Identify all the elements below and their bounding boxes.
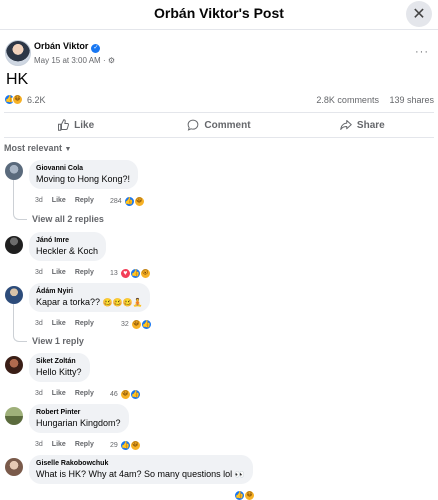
commenter-name[interactable]: Robert Pinter bbox=[36, 409, 121, 416]
haha-reaction-icon: 😆 bbox=[129, 440, 141, 451]
commenter-name[interactable]: Giovanni Cola bbox=[36, 165, 130, 172]
caret-down-icon: ▼ bbox=[64, 146, 72, 153]
commenter-avatar[interactable] bbox=[5, 162, 23, 180]
post-actions: Like Comment Share bbox=[4, 112, 434, 138]
comment-reactions[interactable]: 29 👍 😆 bbox=[110, 440, 141, 451]
comment-reactions[interactable]: 32 😆 👍 bbox=[121, 319, 152, 330]
comment-like-button[interactable]: Like bbox=[52, 390, 66, 397]
comment-time[interactable]: 3d bbox=[35, 320, 43, 327]
commenter-name[interactable]: Siket Zoltán bbox=[36, 358, 82, 365]
haha-reaction-icon: 😆 bbox=[244, 490, 255, 500]
comment-like-button[interactable]: Like bbox=[52, 441, 66, 448]
comment-bubble: Jánó Imre Heckler & Koch bbox=[29, 232, 107, 261]
post-header: Orbán Viktor ✓ May 15 at 3:00 AM · ⚙ ··· bbox=[3, 38, 435, 70]
comment-reactions[interactable]: 46 😆 👍 bbox=[110, 389, 141, 400]
comment-reply-button[interactable]: Reply bbox=[75, 390, 94, 397]
thumbs-up-icon bbox=[58, 119, 70, 131]
comment-icon bbox=[188, 119, 199, 131]
reaction-count: 32 bbox=[121, 321, 129, 328]
author-name[interactable]: Orbán Viktor bbox=[34, 41, 88, 51]
commenter-avatar[interactable] bbox=[5, 407, 23, 425]
comment-reactions[interactable]: 👍 😆 bbox=[234, 490, 255, 500]
wow-reaction-icon: 😮 bbox=[139, 268, 151, 279]
share-button[interactable]: Share bbox=[291, 113, 434, 137]
close-button[interactable]: ✕ bbox=[406, 1, 432, 27]
reaction-summary[interactable]: 👍 😆 6.2K bbox=[4, 94, 46, 105]
comment-time[interactable]: 3d bbox=[35, 390, 43, 397]
thread-line bbox=[13, 180, 27, 220]
reaction-count: 46 bbox=[110, 391, 118, 398]
comment-reactions[interactable]: 284 👍 😆 bbox=[110, 196, 145, 207]
comment-time[interactable]: 3d bbox=[35, 441, 43, 448]
comment-text: Kapar a torka?? bbox=[36, 297, 101, 307]
comment-reactions[interactable]: 13 ♥ 👍 😮 bbox=[110, 268, 151, 279]
haha-reaction-icon: 😆 bbox=[133, 196, 145, 207]
commenter-avatar[interactable] bbox=[5, 458, 23, 476]
comment-text: Hungarian Kingdom? bbox=[36, 418, 121, 428]
comment-like-button[interactable]: Like bbox=[52, 197, 66, 204]
comment-sort-dropdown[interactable]: Most relevant ▼ bbox=[4, 143, 71, 153]
view-replies-link[interactable]: View 1 reply bbox=[32, 336, 84, 346]
comment-text: Hello Kitty? bbox=[36, 367, 82, 377]
comment-time[interactable]: 3d bbox=[35, 197, 43, 204]
comment-bubble: Ádám Nyiri Kapar a torka?? 🥴🥴🥴🧘 bbox=[29, 283, 151, 312]
author-avatar[interactable] bbox=[5, 40, 31, 66]
comment-text: Moving to Hong Kong?! bbox=[36, 174, 131, 184]
commenter-name[interactable]: Jánó Imre bbox=[36, 237, 98, 244]
comment-like-button[interactable]: Like bbox=[52, 320, 66, 327]
commenter-avatar[interactable] bbox=[5, 286, 23, 304]
gear-icon: ⚙ bbox=[107, 56, 115, 65]
more-options-button[interactable]: ··· bbox=[415, 46, 429, 58]
post-text: HK bbox=[6, 71, 29, 88]
comment-time[interactable]: 3d bbox=[35, 269, 43, 276]
comment-bubble: Siket Zoltán Hello Kitty? bbox=[29, 353, 90, 382]
close-icon: ✕ bbox=[412, 6, 426, 23]
comments-count[interactable]: 2.8K comments bbox=[316, 95, 379, 105]
shares-count[interactable]: 139 shares bbox=[389, 95, 434, 105]
reaction-count: 6.2K bbox=[27, 94, 46, 105]
comment-reply-button[interactable]: Reply bbox=[75, 441, 94, 448]
comment-reply-button[interactable]: Reply bbox=[75, 269, 94, 276]
comment-like-button[interactable]: Like bbox=[52, 269, 66, 276]
comment-bubble: Giovanni Cola Moving to Hong Kong?! bbox=[29, 160, 139, 189]
thread-line bbox=[13, 304, 27, 342]
dialog-title: Orbán Viktor's Post bbox=[154, 5, 284, 21]
reaction-count: 29 bbox=[110, 442, 118, 449]
post-stats: 👍 😆 6.2K 2.8K comments 139 shares bbox=[4, 94, 436, 108]
eyes-emoji-icon: 👀 bbox=[234, 470, 245, 479]
commenter-avatar[interactable] bbox=[5, 356, 23, 374]
comment-text: What is HK? Why at 4am? So many question… bbox=[36, 469, 233, 479]
comment-bubble: Giselle Rakobowchuk What is HK? Why at 4… bbox=[29, 455, 253, 484]
like-reaction-icon: 👍 bbox=[140, 319, 152, 330]
emoji-icon: 🥴🥴🥴🧘 bbox=[102, 298, 143, 307]
comment-reply-button[interactable]: Reply bbox=[75, 320, 94, 327]
share-icon bbox=[340, 120, 352, 130]
commenter-name[interactable]: Giselle Rakobowchuk bbox=[36, 460, 245, 467]
like-button[interactable]: Like bbox=[4, 113, 147, 137]
reaction-count: 13 bbox=[110, 270, 118, 277]
dialog-header: Orbán Viktor's Post ✕ bbox=[0, 0, 438, 30]
post-timestamp[interactable]: May 15 at 3:00 AM bbox=[34, 56, 101, 65]
comment-bubble: Robert Pinter Hungarian Kingdom? bbox=[29, 404, 129, 433]
verified-icon: ✓ bbox=[91, 44, 101, 53]
reaction-count: 284 bbox=[110, 198, 122, 205]
commenter-avatar[interactable] bbox=[5, 236, 23, 254]
commenter-name[interactable]: Ádám Nyiri bbox=[36, 288, 142, 295]
comment-button[interactable]: Comment bbox=[147, 113, 290, 137]
comment-text: Heckler & Koch bbox=[36, 246, 99, 256]
like-reaction-icon: 👍 bbox=[129, 389, 141, 400]
view-replies-link[interactable]: View all 2 replies bbox=[32, 214, 104, 224]
comment-reply-button[interactable]: Reply bbox=[75, 197, 94, 204]
haha-reaction-icon: 😆 bbox=[12, 94, 23, 105]
